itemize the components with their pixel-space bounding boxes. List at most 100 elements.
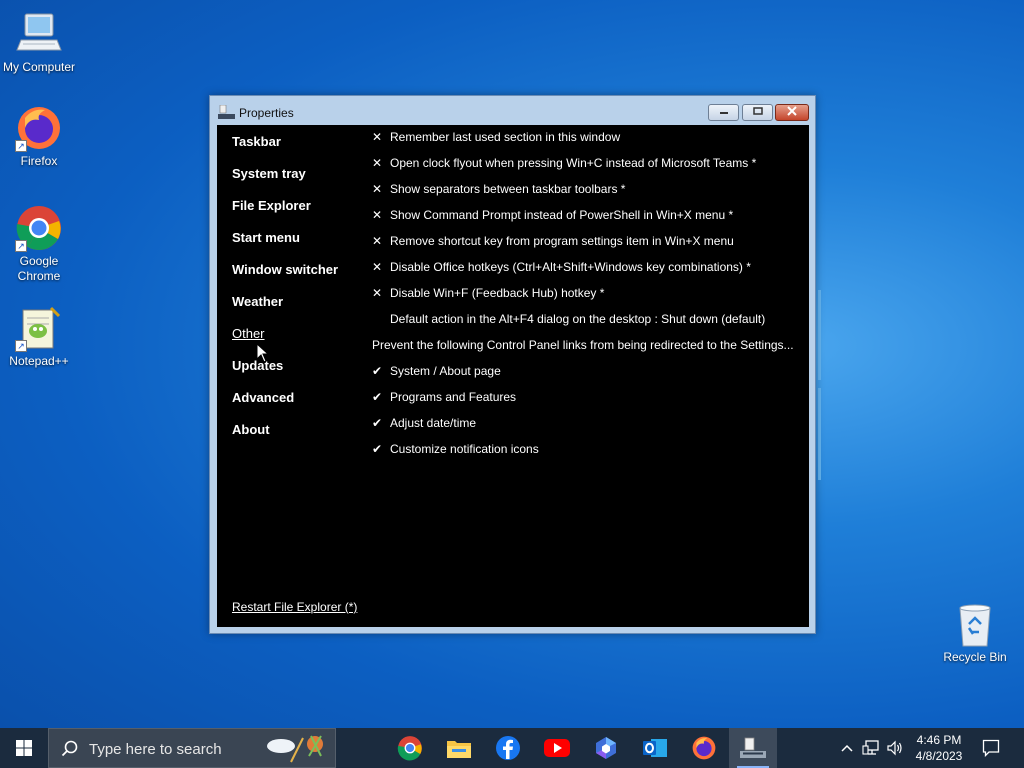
copilot-icon [596,737,616,759]
option-label: Customize notification icons [390,442,539,456]
unchecked-mark-icon: ✕ [372,234,383,248]
option-command-prompt-winx[interactable]: ✕ Show Command Prompt instead of PowerShe… [372,207,733,223]
unchecked-mark-icon: ✕ [372,156,383,170]
option-label: Adjust date/time [390,416,477,430]
desktop-icon-label: Firefox [20,154,58,168]
desktop-icon-label: Google Chrome [17,254,61,283]
taskbar-copilot[interactable] [582,728,630,768]
nav-item-about[interactable]: About [232,422,270,437]
shortcut-arrow-icon: ↗ [15,140,27,152]
taskbar-firefox[interactable] [680,728,728,768]
option-disable-feedback-hub[interactable]: ✕ Disable Win+F (Feedback Hub) hotkey * [372,285,604,301]
desktop-icon-notepadpp[interactable]: ↗ Notepad++ [0,304,78,369]
option-clock-flyout[interactable]: ✕ Open clock flyout when pressing Win+C i… [372,155,756,171]
volume-button[interactable] [884,728,906,768]
maximize-button[interactable] [742,104,773,121]
checkmark-icon: ✔ [372,442,383,456]
maximize-icon [752,107,763,115]
option-disable-office-hotkeys[interactable]: ✕ Disable Office hotkeys (Ctrl+Alt+Shift+… [372,259,751,275]
show-hidden-icons-button[interactable] [836,728,858,768]
nav-item-other[interactable]: Other [232,326,265,341]
taskbar-file-explorer[interactable] [435,728,483,768]
option-label: Open clock flyout when pressing Win+C in… [390,156,757,170]
option-label: Remember last used section in this windo… [390,130,621,144]
checkmark-icon: ✔ [372,416,383,430]
option-label: System / About page [390,364,501,378]
option-system-about[interactable]: ✔ System / About page [372,363,501,379]
option-label: Default action in the Alt+F4 dialog on t… [390,312,766,326]
volume-icon [887,740,902,756]
option-altf4-default-action[interactable]: Default action in the Alt+F4 dialog on t… [372,311,765,327]
nav-item-file-explorer[interactable]: File Explorer [232,198,311,213]
close-button[interactable] [775,104,809,121]
restart-file-explorer-link[interactable]: Restart File Explorer (*) [232,600,357,614]
clock-date: 4/8/2023 [915,749,963,763]
properties-app-icon [740,737,766,758]
checkmark-icon: ✔ [372,364,383,378]
option-label: Show separators between taskbar toolbars… [390,182,626,196]
option-programs-features[interactable]: ✔ Programs and Features [372,389,516,405]
chevron-up-icon [841,744,853,752]
desktop-icon-firefox[interactable]: ↗ Firefox [0,104,78,169]
nav-item-weather[interactable]: Weather [232,294,283,309]
desktop-artifact [818,388,821,480]
search-box[interactable]: Type here to search [48,728,336,768]
computer-icon [15,10,63,58]
notifications-button[interactable] [976,728,1006,768]
option-label: Disable Win+F (Feedback Hub) hotkey * [390,286,605,300]
youtube-icon [544,739,570,757]
chrome-icon: ↗ [15,204,63,252]
taskbar-youtube[interactable] [533,728,581,768]
option-remember-section[interactable]: ✕ Remember last used section in this wind… [372,129,620,145]
unchecked-mark-icon: ✕ [372,182,383,196]
unchecked-mark-icon: ✕ [372,286,383,300]
taskbar-properties-app[interactable] [729,728,777,768]
close-icon [787,106,797,116]
nav-item-system-tray[interactable]: System tray [232,166,306,181]
outlook-icon [643,739,667,757]
shortcut-arrow-icon: ↗ [15,340,27,352]
desktop-icon-recycle-bin[interactable]: Recycle Bin [936,600,1014,665]
taskbar-chrome[interactable] [386,728,434,768]
nav-item-advanced[interactable]: Advanced [232,390,294,405]
desktop-icon-chrome[interactable]: ↗ Google Chrome [0,204,78,284]
nav-item-start-menu[interactable]: Start menu [232,230,300,245]
desktop-icon-label: Recycle Bin [943,650,1007,664]
nav-item-window-switcher[interactable]: Window switcher [232,262,338,277]
properties-window: Properties Taskbar System tray File Expl… [209,95,816,634]
desktop-icon-my-computer[interactable]: My Computer [0,10,78,75]
unchecked-mark-icon: ✕ [372,208,383,222]
option-notification-icons[interactable]: ✔ Customize notification icons [372,441,539,457]
settings-panel: Taskbar System tray File Explorer Start … [217,125,809,627]
firefox-icon [692,736,716,760]
search-highlight-art-icon [267,735,323,763]
taskbar-outlook[interactable] [631,728,679,768]
option-toolbar-separators[interactable]: ✕ Show separators between taskbar toolbar… [372,181,625,197]
search-placeholder: Type here to search [89,741,222,758]
option-label: Remove shortcut key from program setting… [390,234,734,248]
title-bar[interactable]: Properties [210,96,815,125]
unchecked-mark-icon: ✕ [372,130,383,144]
file-explorer-icon [447,741,471,758]
minimize-button[interactable] [708,104,739,121]
windows-logo-icon [16,740,32,756]
taskbar-facebook[interactable] [484,728,532,768]
option-label: Disable Office hotkeys (Ctrl+Alt+Shift+W… [390,260,751,274]
option-label: Programs and Features [390,390,517,404]
network-button[interactable] [860,728,882,768]
start-button[interactable] [0,728,48,768]
section-header-control-panel: Prevent the following Control Panel link… [372,337,794,353]
nav-item-taskbar[interactable]: Taskbar [232,134,281,149]
clock[interactable]: 4:46 PM 4/8/2023 [908,732,970,764]
facebook-icon [496,736,520,760]
desktop-icon-label: My Computer [2,60,76,74]
chrome-icon [397,736,422,761]
window-title: Properties [239,106,294,120]
minimize-icon [719,112,728,114]
recycle-bin-icon [951,600,999,648]
search-icon [61,740,78,757]
firefox-icon: ↗ [15,104,63,152]
option-adjust-date-time[interactable]: ✔ Adjust date/time [372,415,476,431]
option-remove-shortcut-key[interactable]: ✕ Remove shortcut key from program settin… [372,233,734,249]
taskbar: Type here to search 4:46 PM 4/8/2023 [0,728,1024,768]
